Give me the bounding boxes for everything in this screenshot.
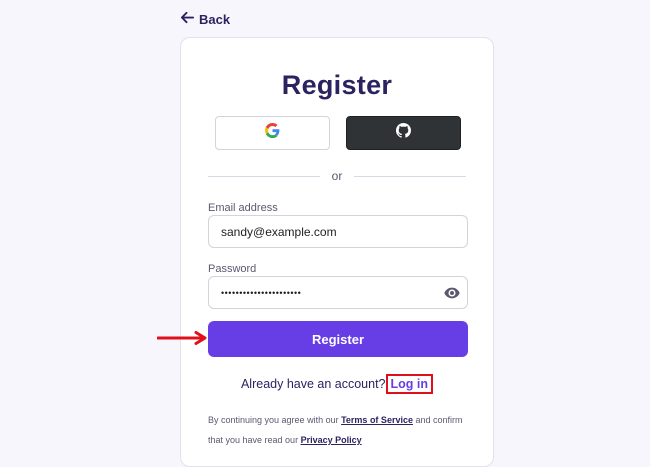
password-field[interactable]	[209, 287, 467, 298]
terms-prefix: By continuing you agree with our	[208, 415, 342, 425]
login-prompt: Already have an account?	[240, 377, 386, 391]
terms-of-service-link[interactable]: Terms of Service	[341, 415, 413, 425]
back-label: Back	[199, 11, 231, 27]
google-icon	[265, 123, 280, 143]
login-link[interactable]: Log in	[385, 374, 434, 394]
password-label: Password	[208, 263, 257, 275]
divider-line-right	[354, 175, 467, 177]
divider-text: or	[331, 169, 343, 183]
password-field-wrapper	[208, 276, 468, 309]
email-label: Email address	[208, 202, 278, 214]
login-prompt-row: Already have an account? Log in	[181, 374, 493, 394]
email-field-wrapper	[208, 215, 468, 248]
eye-icon[interactable]	[444, 286, 460, 300]
github-icon	[396, 123, 411, 143]
page-title: Register	[281, 70, 393, 100]
terms-notice: By continuing you agree with our Terms o…	[208, 410, 473, 450]
google-signin-button[interactable]	[215, 116, 330, 150]
back-link[interactable]: Back	[180, 10, 230, 28]
red-arrow-icon	[156, 331, 209, 345]
divider-line-left	[208, 175, 320, 177]
github-signin-button[interactable]	[346, 116, 461, 150]
register-card: Register or Email address Password Regis	[180, 37, 494, 467]
privacy-policy-link[interactable]: Privacy Policy	[301, 435, 362, 445]
arrow-left-icon	[180, 10, 195, 28]
register-button[interactable]: Register	[208, 321, 468, 357]
or-divider: or	[208, 168, 467, 184]
email-field[interactable]	[209, 224, 467, 239]
